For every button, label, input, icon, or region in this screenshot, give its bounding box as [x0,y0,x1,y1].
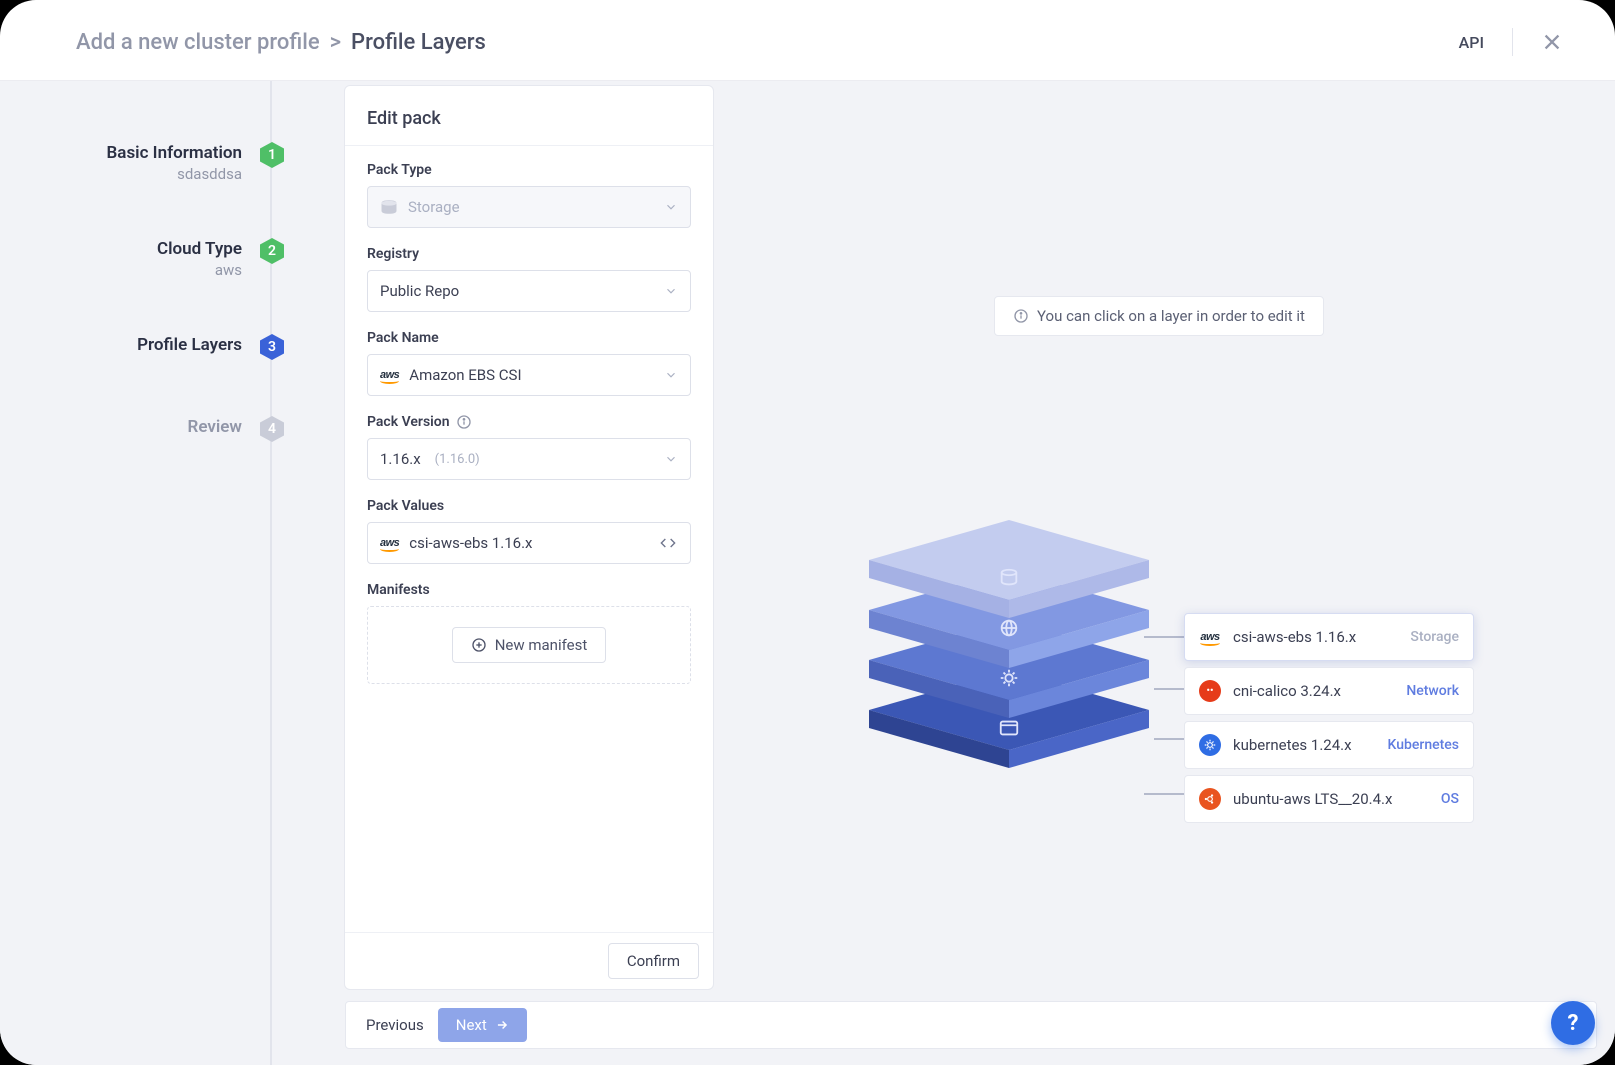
app-header: Add a new cluster profile > Profile Laye… [0,0,1615,81]
chevron-down-icon [664,284,678,298]
step-title: Review [188,417,242,437]
step-subtitle: sdasddsa [107,165,242,183]
app-body: Basic Information sdasddsa 1 Cloud Type … [0,81,1615,1065]
field-pack-type: Pack Type Storage [367,162,691,228]
manifests-dropzone: New manifest [367,606,691,684]
stack-layer-storage[interactable] [844,505,1174,625]
next-button[interactable]: Next [438,1008,527,1042]
field-label: Manifests [367,582,691,598]
edit-pack-panel: Edit pack Pack Type Storage Registry [344,85,714,990]
arrow-right-icon [495,1018,509,1032]
field-label: Pack Version [367,414,691,430]
breadcrumb: Add a new cluster profile > Profile Laye… [76,30,486,55]
pack-name-select[interactable]: aws Amazon EBS CSI [367,354,691,396]
layer-card-list: aws csi-aws-ebs 1.16.x Storage cni-calic… [1184,613,1474,823]
help-fab[interactable]: ? [1551,1001,1595,1045]
k8s-icon [1199,734,1221,756]
layer-card-k8s[interactable]: kubernetes 1.24.x Kubernetes [1184,721,1474,769]
step-review[interactable]: Review 4 [0,415,290,443]
pack-version-select[interactable]: 1.16.x (1.16.0) [367,438,691,480]
plus-circle-icon [471,637,487,653]
field-pack-values: Pack Values aws csi-aws-ebs 1.16.x [367,498,691,564]
app-window: Add a new cluster profile > Profile Laye… [0,0,1615,1065]
field-label: Registry [367,246,691,262]
chevron-down-icon [664,368,678,382]
field-label: Pack Name [367,330,691,346]
header-actions: API [1459,28,1563,56]
panel-footer: Confirm [345,932,713,989]
field-registry: Registry Public Repo [367,246,691,312]
api-link[interactable]: API [1459,33,1484,52]
aws-icon: aws [380,537,399,549]
field-pack-name: Pack Name aws Amazon EBS CSI [367,330,691,396]
breadcrumb-parent[interactable]: Add a new cluster profile [76,30,320,55]
aws-icon: aws [380,369,399,381]
info-icon[interactable] [456,414,472,430]
step-title: Basic Information [107,143,242,163]
previous-button[interactable]: Previous [366,1016,424,1034]
step-badge: 3 [258,333,286,361]
panel-title: Edit pack [345,86,713,146]
header-divider [1512,28,1513,56]
confirm-button[interactable]: Confirm [608,943,699,979]
aws-icon: aws [1199,626,1221,648]
close-icon[interactable] [1541,31,1563,53]
step-badge: 1 [258,141,286,169]
step-title: Cloud Type [157,239,242,259]
registry-select[interactable]: Public Repo [367,270,691,312]
wizard-footer: Previous Next [345,1001,1597,1049]
step-title: Profile Layers [137,335,242,355]
new-manifest-button[interactable]: New manifest [452,627,607,663]
chevron-down-icon [664,452,678,466]
calico-icon [1199,680,1221,702]
info-icon [1013,308,1029,324]
step-subtitle: aws [157,261,242,279]
layer-card-storage[interactable]: aws csi-aws-ebs 1.16.x Storage [1184,613,1474,661]
step-badge: 2 [258,237,286,265]
layers-canvas: You can click on a layer in order to edi… [714,81,1615,1065]
wizard-sidebar: Basic Information sdasddsa 1 Cloud Type … [0,81,290,1065]
step-badge: 4 [258,415,286,443]
storage-icon [380,200,398,214]
field-label: Pack Type [367,162,691,178]
ubuntu-icon [1199,788,1221,810]
timeline-line [270,81,272,1065]
chevron-down-icon [664,200,678,214]
pack-type-select: Storage [367,186,691,228]
field-pack-version: Pack Version 1.16.x (1.16.0) [367,414,691,480]
step-cloud-type[interactable]: Cloud Type aws 2 [0,237,290,279]
step-basic-info[interactable]: Basic Information sdasddsa 1 [0,141,290,183]
layer-stack [844,505,1174,765]
question-icon: ? [1568,1011,1579,1036]
field-manifests: Manifests New manifest [367,582,691,684]
breadcrumb-current: Profile Layers [351,30,486,55]
pack-values-item[interactable]: aws csi-aws-ebs 1.16.x [367,522,691,564]
storage-icon [998,567,1020,589]
step-profile-layers[interactable]: Profile Layers 3 [0,333,290,361]
layer-card-network[interactable]: cni-calico 3.24.x Network [1184,667,1474,715]
code-icon[interactable] [658,535,678,551]
layer-card-os[interactable]: ubuntu-aws LTS__20.4.x OS [1184,775,1474,823]
canvas-hint: You can click on a layer in order to edi… [994,296,1324,336]
breadcrumb-separator: > [330,30,341,55]
field-label: Pack Values [367,498,691,514]
